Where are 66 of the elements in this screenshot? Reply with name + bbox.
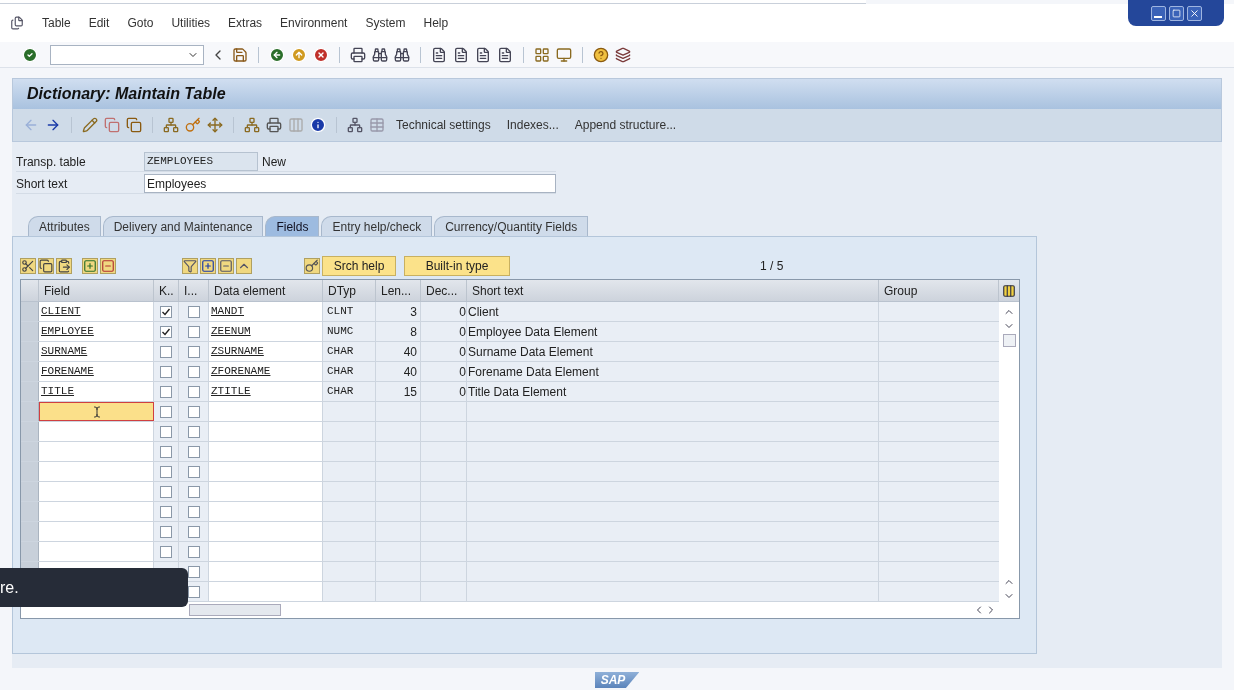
table-cell-text: 0: [459, 343, 466, 361]
tab[interactable]: Currency/Quantity Fields: [434, 216, 589, 236]
column-header[interactable]: Group: [879, 280, 999, 301]
table-cell-text: 40: [402, 363, 418, 381]
column-header[interactable]: Data element: [209, 280, 323, 301]
data-element[interactable]: ZTITLE: [209, 382, 323, 401]
menu-item[interactable]: Goto: [127, 14, 154, 32]
table-cell-text: 0: [459, 383, 466, 401]
table-cell-text: 15: [402, 383, 418, 401]
table-cell-text: Title Data Element: [467, 383, 568, 401]
field-label: Short text: [16, 175, 69, 193]
sap-logo: SAP: [594, 672, 640, 688]
tab[interactable]: Entry help/check: [321, 216, 433, 236]
menu-item[interactable]: Table: [42, 14, 71, 32]
page-counter: 1 / 5: [760, 258, 784, 275]
status-text: New: [262, 153, 286, 171]
data-element[interactable]: ZFORENAME: [209, 362, 323, 381]
field-label: Transp. table: [16, 153, 87, 171]
column-header[interactable]: DTyp: [323, 280, 376, 301]
menu-item[interactable]: Utilities: [171, 14, 211, 32]
table-cell-text: CHAR: [326, 384, 355, 400]
toolbar-button[interactable]: Indexes...: [501, 116, 564, 134]
toolbar-button[interactable]: Srch help: [322, 256, 396, 276]
table-cell-text: 8: [409, 323, 418, 341]
tab[interactable]: Fields: [265, 216, 320, 236]
field-name[interactable]: SURNAME: [39, 342, 154, 361]
subtitle-toast: re.: [0, 568, 188, 607]
table-cell-text: Employee Data Element: [467, 323, 599, 341]
table-cell-text: Client: [467, 303, 500, 321]
column-header[interactable]: Short text: [467, 280, 879, 301]
table-cell-text: NUMC: [326, 324, 355, 340]
table-cell-text: 40: [402, 343, 418, 361]
data-element[interactable]: ZEENUM: [209, 322, 323, 341]
field-name[interactable]: TITLE: [39, 382, 154, 401]
table-cell-text: Surname Data Element: [467, 343, 594, 361]
column-header[interactable]: Len...: [376, 280, 421, 301]
menu-item[interactable]: System: [365, 14, 406, 32]
table-cell-text: CHAR: [326, 344, 355, 360]
table-cell-text: 0: [459, 323, 466, 341]
display-field[interactable]: ZEMPLOYEES: [144, 152, 258, 171]
tab[interactable]: Delivery and Maintenance: [102, 216, 264, 236]
input-field[interactable]: Employees: [144, 174, 556, 193]
menu-item[interactable]: Edit: [88, 14, 110, 32]
menu-item[interactable]: Help: [423, 14, 449, 32]
field-name[interactable]: EMPLOYEE: [39, 322, 154, 341]
data-element[interactable]: MANDT: [209, 302, 323, 321]
column-header[interactable]: Dec...: [421, 280, 467, 301]
tab[interactable]: Attributes: [28, 216, 101, 236]
menu-item[interactable]: Extras: [228, 14, 263, 32]
toolbar-button[interactable]: Technical settings: [391, 116, 496, 134]
column-header[interactable]: K..: [154, 280, 179, 301]
menu-item[interactable]: Environment: [280, 14, 348, 32]
table-cell-text: Forename Data Element: [467, 363, 600, 381]
table-cell-text: CHAR: [326, 364, 355, 380]
toolbar-button[interactable]: Append structure...: [569, 116, 682, 134]
column-header[interactable]: I...: [179, 280, 209, 301]
table-cell-text: CLNT: [326, 304, 355, 320]
table-cell-text: 0: [459, 363, 466, 381]
table-cell-text: 3: [409, 303, 418, 321]
field-name[interactable]: CLIENT: [39, 302, 154, 321]
column-header[interactable]: Field: [39, 280, 154, 301]
screen-title: Dictionary: Maintain Table: [27, 84, 226, 104]
field-name[interactable]: FORENAME: [39, 362, 154, 381]
toolbar-button[interactable]: Built-in type: [404, 256, 510, 276]
data-element[interactable]: ZSURNAME: [209, 342, 323, 361]
table-cell-text: 0: [459, 303, 466, 321]
